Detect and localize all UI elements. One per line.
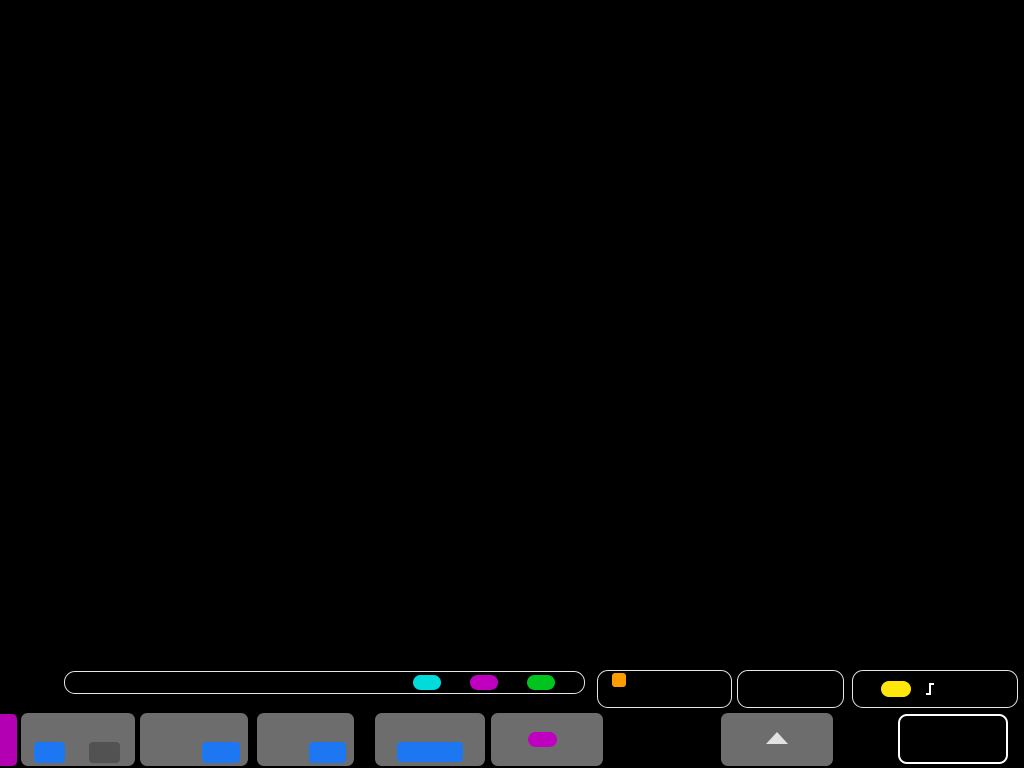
- channel-menu-tab[interactable]: [0, 714, 17, 766]
- ch2-badge: [413, 675, 441, 690]
- ch4-readout[interactable]: [527, 675, 570, 690]
- trigger-t-icon: [612, 673, 626, 687]
- oscilloscope-screen: [0, 0, 1024, 768]
- label-button[interactable]: [491, 713, 603, 766]
- ch4-badge: [527, 675, 555, 690]
- waveform-display-area[interactable]: [0, 0, 1024, 768]
- ch3-readout[interactable]: [470, 675, 513, 690]
- trigger-readout-box[interactable]: [852, 670, 1018, 708]
- ch2-readout[interactable]: [413, 675, 456, 690]
- acquisition-readout-box[interactable]: [737, 670, 844, 708]
- channel-readout-box[interactable]: [64, 671, 585, 694]
- chevron-up-icon: [766, 732, 788, 744]
- ch3-badge: [470, 675, 498, 690]
- rising-edge-icon: [924, 680, 940, 698]
- more-button[interactable]: [721, 713, 833, 766]
- termination-button[interactable]: [140, 713, 248, 766]
- invert-button[interactable]: [257, 713, 354, 766]
- bandwidth-button[interactable]: [375, 713, 485, 766]
- termination-50-option[interactable]: [202, 742, 240, 763]
- datetime-display: [898, 714, 1008, 764]
- horizontal-readout-box[interactable]: [597, 670, 732, 708]
- termination-1m-option[interactable]: [148, 742, 192, 763]
- invert-on-option[interactable]: [267, 742, 298, 763]
- label-channel-badge: [528, 732, 557, 747]
- invert-off-option[interactable]: [309, 742, 346, 763]
- trigger-source-badge: [881, 681, 911, 697]
- coupling-button[interactable]: [21, 713, 135, 766]
- bandwidth-value-option[interactable]: [397, 742, 463, 762]
- coupling-dc-option[interactable]: [34, 742, 65, 763]
- coupling-ac-option[interactable]: [89, 742, 120, 763]
